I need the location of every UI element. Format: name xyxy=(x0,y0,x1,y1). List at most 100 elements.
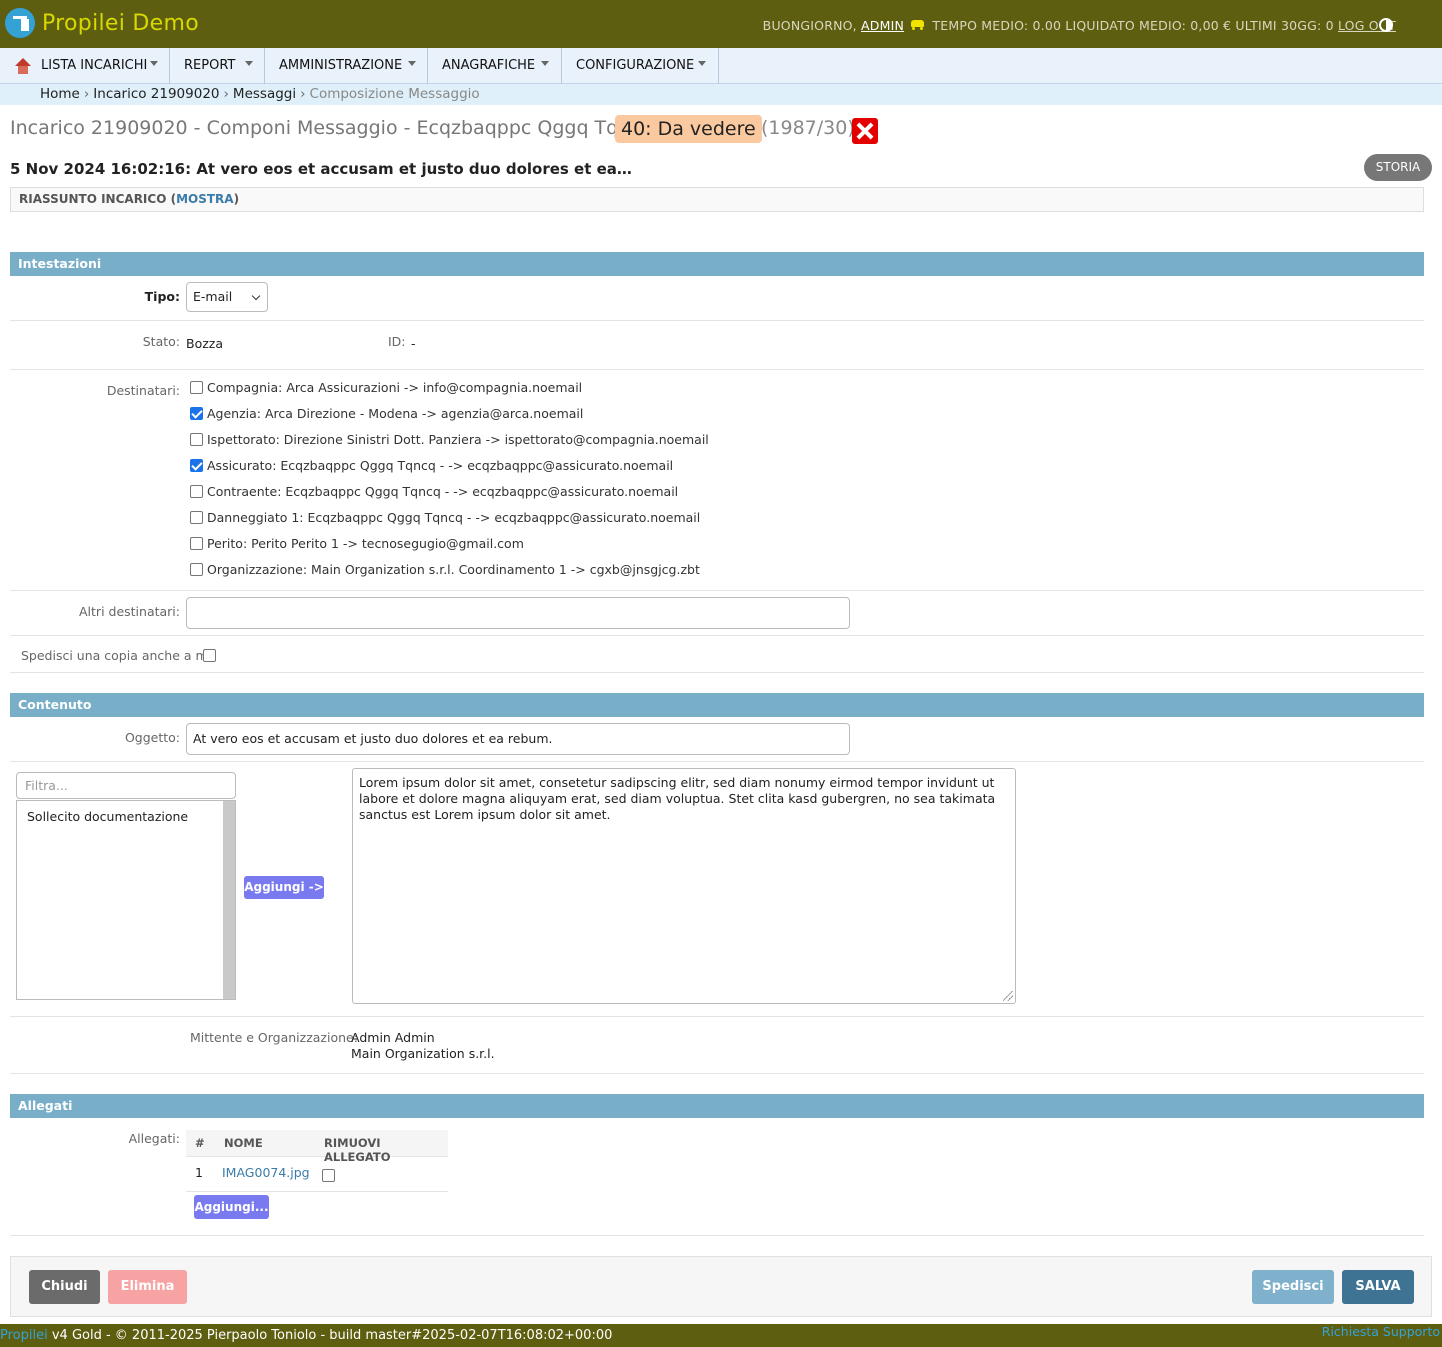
page-title: Incarico 21909020 - Componi Messaggio - … xyxy=(10,117,653,139)
salva-button[interactable]: SALVA xyxy=(1342,1270,1414,1304)
elimina-button[interactable]: Elimina xyxy=(108,1270,187,1304)
recipient-label: Compagnia: Arca Assicurazioni -> info@co… xyxy=(207,380,583,395)
table-row: 1 IMAG0074.jpg xyxy=(186,1157,448,1192)
caret-down-icon xyxy=(150,61,158,66)
footer: Propilei v4 Gold - © 2011-2025 Pierpaolo… xyxy=(0,1324,1442,1347)
scrollbar[interactable] xyxy=(223,801,235,999)
breadcrumb-incarico[interactable]: Incarico 21909020 xyxy=(93,86,219,102)
summary-panel: RIASSUNTO INCARICO (MOSTRA) xyxy=(10,187,1424,212)
greeting: BUONGIORNO, xyxy=(762,18,857,33)
user-link[interactable]: ADMIN xyxy=(861,18,904,33)
summary-close-paren: ) xyxy=(233,192,240,206)
resize-handle-icon[interactable] xyxy=(1003,991,1013,1001)
col-nome: NOME xyxy=(224,1136,263,1150)
menu-anagrafiche[interactable]: ANAGRAFICHE xyxy=(428,48,562,84)
table-header: # NOME RIMUOVI ALLEGATO xyxy=(186,1130,448,1164)
form-actions: Chiudi Elimina Spedisci SALVA xyxy=(10,1256,1432,1317)
recipient-label: Assicurato: Ecqzbaqppc Qggq Tqncq - -> e… xyxy=(207,458,674,473)
divider xyxy=(10,369,1424,370)
menu-configurazione[interactable]: CONFIGURAZIONE xyxy=(562,48,719,84)
status-badge: 40: Da vedere xyxy=(615,115,762,143)
mittente-label: Mittente e Organizzazione: xyxy=(190,1030,358,1045)
menu-label: CONFIGURAZIONE xyxy=(576,58,695,73)
breadcrumb-current: Composizione Messaggio xyxy=(309,86,480,102)
propilei-logo-icon[interactable] xyxy=(5,8,35,38)
id-label: ID: xyxy=(388,334,406,349)
tipo-select[interactable]: E-mail xyxy=(186,282,268,312)
mittente-org: Main Organization s.r.l. xyxy=(351,1046,495,1061)
support-link[interactable]: Richiesta Supporto xyxy=(1322,1320,1440,1343)
id-value: - xyxy=(411,336,416,351)
app-title[interactable]: Propilei Demo xyxy=(42,11,199,36)
divider xyxy=(10,320,1424,321)
divider xyxy=(10,761,1424,762)
contrast-toggle-icon[interactable] xyxy=(1379,18,1393,32)
recipient-label: Agenzia: Arca Direzione - Modena -> agen… xyxy=(207,406,584,421)
close-icon[interactable] xyxy=(852,118,878,144)
car-icon xyxy=(910,17,926,31)
caret-down-icon xyxy=(698,61,706,66)
allegati-label: Allegati: xyxy=(128,1131,180,1146)
altri-destinatari-label: Altri destinatari: xyxy=(79,604,180,619)
oggetto-label: Oggetto: xyxy=(124,730,180,745)
menu-label: REPORT xyxy=(184,58,236,73)
spedisci-button[interactable]: Spedisci xyxy=(1252,1270,1334,1304)
breadcrumb-home[interactable]: Home xyxy=(40,86,80,102)
divider xyxy=(10,590,1424,591)
add-attachment-button[interactable]: Aggiungi... xyxy=(194,1195,269,1219)
divider xyxy=(10,1073,1424,1074)
oggetto-input[interactable]: At vero eos et accusam et justo duo dolo… xyxy=(186,723,850,755)
recipient-checkbox[interactable] xyxy=(190,485,203,498)
footer-brand-link[interactable]: Propilei xyxy=(0,1328,48,1343)
recipient-label: Contraente: Ecqzbaqppc Qggq Tqncq - -> e… xyxy=(207,484,679,499)
divider xyxy=(10,1235,1424,1236)
recipient-checkbox[interactable] xyxy=(190,511,203,524)
message-body-textarea[interactable]: Lorem ipsum dolor sit amet, consetetur s… xyxy=(352,768,1016,1004)
chevron-down-icon xyxy=(251,291,261,301)
message-body-text: Lorem ipsum dolor sit amet, consetetur s… xyxy=(359,775,996,822)
menu-report[interactable]: REPORT xyxy=(170,48,265,84)
recipient-label: Organizzazione: Main Organization s.r.l.… xyxy=(207,562,700,577)
divider xyxy=(10,672,1424,673)
caret-down-icon xyxy=(541,61,549,66)
count-label: (1987/30) xyxy=(761,117,855,139)
menu-label: ANAGRAFICHE xyxy=(442,58,536,73)
footer-text: v4 Gold - © 2011-2025 Pierpaolo Toniolo … xyxy=(47,1328,613,1343)
recipient-label: Danneggiato 1: Ecqzbaqppc Qggq Tqncq - -… xyxy=(207,510,701,525)
recipient-checkbox[interactable] xyxy=(190,407,203,420)
remove-attachment-checkbox[interactable] xyxy=(322,1169,335,1182)
template-list[interactable]: Sollecito documentazione xyxy=(16,800,236,1000)
menu-lista-incarichi[interactable]: LISTA INCARICHI xyxy=(0,48,170,84)
summary-show-link[interactable]: MOSTRA xyxy=(176,192,234,206)
row-number: 1 xyxy=(195,1165,203,1180)
storia-button[interactable]: STORIA xyxy=(1364,154,1432,181)
home-icon xyxy=(14,58,32,74)
col-number: # xyxy=(195,1136,205,1150)
stats-text: TEMPO MEDIO: 0.00 LIQUIDATO MEDIO: 0,00 … xyxy=(932,18,1334,33)
recipient-checkbox[interactable] xyxy=(190,563,203,576)
breadcrumb-messaggi[interactable]: Messaggi xyxy=(233,86,296,102)
menu-label: LISTA INCARICHI xyxy=(41,58,148,73)
template-option[interactable]: Sollecito documentazione xyxy=(27,809,188,824)
top-bar: Propilei Demo BUONGIORNO, ADMIN TEMPO ME… xyxy=(0,0,1442,48)
copia-checkbox[interactable] xyxy=(203,649,216,662)
altri-destinatari-input[interactable] xyxy=(186,597,850,629)
recipient-checkbox[interactable] xyxy=(190,433,203,446)
recipient-checkbox[interactable] xyxy=(190,459,203,472)
recipient-checkbox[interactable] xyxy=(190,381,203,394)
recipient-checkbox[interactable] xyxy=(190,537,203,550)
chiudi-button[interactable]: Chiudi xyxy=(29,1270,100,1304)
user-status-bar: BUONGIORNO, ADMIN TEMPO MEDIO: 0.00 LIQU… xyxy=(763,17,1396,33)
template-filter-input[interactable]: Filtra... xyxy=(16,772,236,799)
section-contenuto: Contenuto xyxy=(10,693,1424,717)
stato-value: Bozza xyxy=(186,336,224,351)
breadcrumb: Home › Incarico 21909020 › Messaggi › Composiz… xyxy=(0,84,1442,105)
add-template-button[interactable]: Aggiungi -> xyxy=(244,876,324,899)
menu-amministrazione[interactable]: AMMINISTRAZIONE xyxy=(265,48,428,84)
attachment-link[interactable]: IMAG0074.jpg xyxy=(222,1165,310,1180)
recipient-label: Ispettorato: Direzione Sinistri Dott. Pa… xyxy=(207,432,709,447)
divider xyxy=(10,635,1424,636)
tipo-label: Tipo: xyxy=(144,289,180,304)
section-intestazioni: Intestazioni xyxy=(10,252,1424,276)
caret-down-icon xyxy=(245,61,253,66)
